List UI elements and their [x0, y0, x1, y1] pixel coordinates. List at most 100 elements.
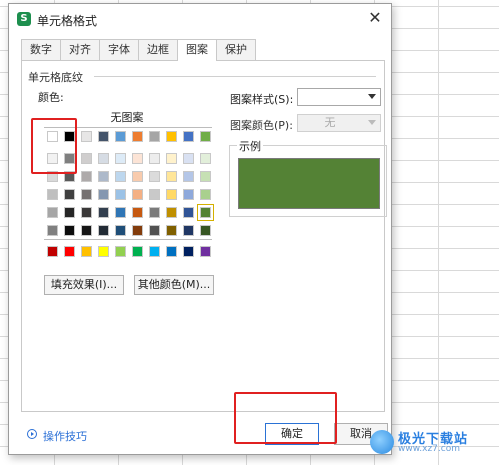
dialog-title: 单元格格式: [37, 14, 98, 28]
tab-bar: 数字 对齐 字体 边框 图案 保护: [21, 39, 256, 61]
color-swatch[interactable]: [81, 189, 92, 200]
color-swatch[interactable]: [81, 225, 92, 236]
color-label: 颜色:: [38, 91, 64, 104]
color-swatch[interactable]: [200, 131, 211, 142]
color-swatch[interactable]: [81, 131, 92, 142]
color-swatch[interactable]: [149, 189, 160, 200]
color-swatch[interactable]: [47, 189, 58, 200]
pattern-color-select[interactable]: 无: [297, 114, 381, 132]
color-swatch[interactable]: [149, 131, 160, 142]
title-bar: S 单元格格式 ✕: [9, 4, 391, 34]
color-swatch[interactable]: [132, 189, 143, 200]
watermark-url: www.xz7.com: [398, 444, 460, 454]
sample-preview: [238, 158, 380, 209]
tab-pattern[interactable]: 图案: [177, 39, 217, 61]
standard-color-swatch[interactable]: [115, 246, 126, 257]
color-swatch[interactable]: [64, 189, 75, 200]
color-swatch[interactable]: [149, 207, 160, 218]
tab-protection[interactable]: 保护: [216, 39, 256, 60]
tab-border[interactable]: 边框: [138, 39, 178, 60]
chevron-down-icon: [368, 120, 376, 125]
cell-shading-title: 单元格底纹: [28, 71, 83, 84]
color-swatch[interactable]: [64, 225, 75, 236]
tab-font[interactable]: 字体: [99, 39, 139, 60]
color-swatch[interactable]: [47, 207, 58, 218]
chevron-down-icon: [368, 94, 376, 99]
standard-color-swatch[interactable]: [200, 246, 211, 257]
color-swatch[interactable]: [98, 171, 109, 182]
standard-color-swatch[interactable]: [47, 246, 58, 257]
standard-color-swatch[interactable]: [81, 246, 92, 257]
color-swatch[interactable]: [200, 171, 211, 182]
standard-color-swatch[interactable]: [132, 246, 143, 257]
color-swatch[interactable]: [98, 131, 109, 142]
color-swatch[interactable]: [81, 153, 92, 164]
color-swatch[interactable]: [98, 153, 109, 164]
color-swatch[interactable]: [183, 131, 194, 142]
highlight-box-ok: [234, 392, 337, 444]
format-cells-dialog: S 单元格格式 ✕ 数字 对齐 字体 边框 图案 保护 单元格底纹 颜色: 无图…: [8, 3, 392, 455]
sample-label: 示例: [237, 138, 263, 154]
highlight-box-palette: [31, 118, 77, 174]
color-swatch[interactable]: [183, 207, 194, 218]
color-swatch[interactable]: [183, 171, 194, 182]
color-swatch[interactable]: [166, 153, 177, 164]
color-swatch[interactable]: [47, 225, 58, 236]
tab-alignment[interactable]: 对齐: [60, 39, 100, 60]
color-swatch[interactable]: [132, 225, 143, 236]
color-swatch[interactable]: [115, 153, 126, 164]
color-swatch[interactable]: [132, 153, 143, 164]
selected-swatch-outline: [197, 204, 214, 221]
color-swatch[interactable]: [115, 225, 126, 236]
color-swatch[interactable]: [166, 225, 177, 236]
color-swatch[interactable]: [183, 225, 194, 236]
color-swatch[interactable]: [149, 153, 160, 164]
color-swatch[interactable]: [81, 207, 92, 218]
standard-color-swatch[interactable]: [183, 246, 194, 257]
app-logo-icon: S: [17, 12, 31, 26]
color-swatch[interactable]: [166, 207, 177, 218]
standard-color-swatch[interactable]: [64, 246, 75, 257]
color-swatch[interactable]: [115, 131, 126, 142]
pattern-color-value: 无: [324, 116, 336, 129]
color-swatch[interactable]: [64, 207, 75, 218]
color-swatch[interactable]: [166, 131, 177, 142]
watermark-logo-icon: [370, 430, 394, 454]
color-swatch[interactable]: [115, 189, 126, 200]
color-swatch[interactable]: [200, 225, 211, 236]
pattern-style-label: 图案样式(S):: [230, 93, 294, 106]
tab-number[interactable]: 数字: [21, 39, 61, 60]
color-swatch[interactable]: [149, 171, 160, 182]
color-swatch[interactable]: [98, 207, 109, 218]
section-divider: [94, 76, 376, 77]
pattern-color-label: 图案颜色(P):: [230, 119, 293, 132]
standard-color-swatch[interactable]: [166, 246, 177, 257]
color-swatch[interactable]: [132, 171, 143, 182]
standard-color-swatch[interactable]: [98, 246, 109, 257]
color-swatch[interactable]: [166, 189, 177, 200]
tips-link[interactable]: 操作技巧: [27, 428, 87, 444]
pattern-panel: 单元格底纹 颜色: 无图案 填充效果(I)... 其他颜色(M)... 图案样式…: [21, 60, 385, 412]
close-icon[interactable]: ✕: [365, 8, 385, 28]
more-colors-button[interactable]: 其他颜色(M)...: [134, 275, 214, 295]
fill-effects-button[interactable]: 填充效果(I)...: [44, 275, 124, 295]
watermark: 极光下载站 www.xz7.com: [370, 426, 496, 458]
color-swatch[interactable]: [132, 131, 143, 142]
play-circle-icon: [27, 429, 37, 439]
color-swatch[interactable]: [183, 153, 194, 164]
palette-divider-bottom: [44, 239, 212, 240]
color-swatch[interactable]: [132, 207, 143, 218]
color-swatch[interactable]: [81, 171, 92, 182]
color-swatch[interactable]: [115, 207, 126, 218]
color-swatch[interactable]: [166, 171, 177, 182]
color-swatch[interactable]: [98, 189, 109, 200]
color-swatch[interactable]: [115, 171, 126, 182]
color-swatch[interactable]: [183, 189, 194, 200]
color-swatch[interactable]: [98, 225, 109, 236]
color-swatch[interactable]: [200, 189, 211, 200]
color-swatch[interactable]: [149, 225, 160, 236]
color-swatch[interactable]: [200, 153, 211, 164]
pattern-style-select[interactable]: [297, 88, 381, 106]
standard-color-swatch[interactable]: [149, 246, 160, 257]
tips-label: 操作技巧: [43, 430, 87, 443]
